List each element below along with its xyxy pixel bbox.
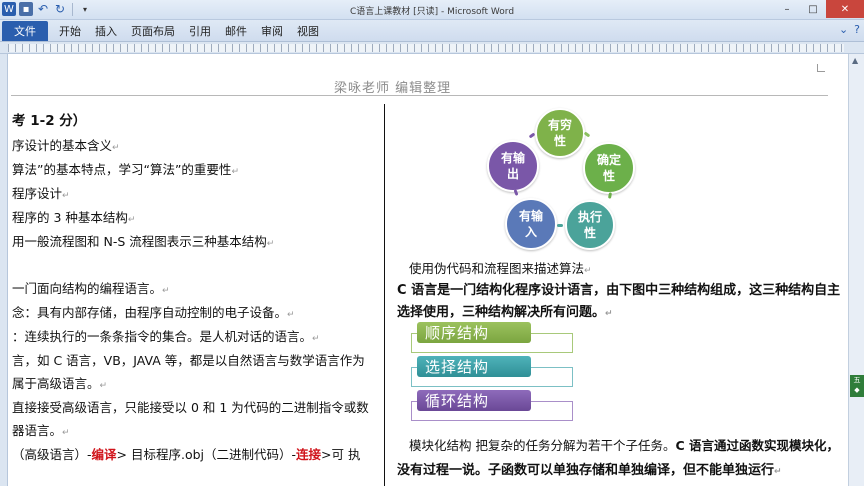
keyword-compile: 编译 bbox=[91, 447, 117, 462]
close-button[interactable]: ✕ bbox=[826, 0, 864, 18]
text-line: ：连续执行的一条条指令的集合。是人机对话的语言。↵ bbox=[12, 329, 320, 344]
text-line: 器语言。↵ bbox=[12, 423, 70, 438]
maximize-button[interactable]: □ bbox=[800, 0, 826, 18]
text-line: 程序的 3 种基本结构↵ bbox=[12, 210, 136, 225]
ribbon-tabs: 开始 插入 页面布局 引用 邮件 审阅 视图 bbox=[52, 20, 326, 42]
tab-references[interactable]: 引用 bbox=[182, 23, 218, 39]
structure-label-loop: 循环结构 bbox=[417, 390, 531, 411]
text-line: 念：具有内部存储，由程序自动控制的电子设备。↵ bbox=[12, 305, 295, 320]
structure-label-selection: 选择结构 bbox=[417, 356, 531, 377]
text-line: 程序设计↵ bbox=[12, 186, 70, 201]
text-line: 言，如 C 语言，VB，JAVA 等，都是以自然语言与数学语言作为 bbox=[12, 353, 365, 368]
horizontal-ruler[interactable] bbox=[8, 44, 844, 52]
page-header: 梁咏老师 编辑整理 bbox=[334, 81, 452, 96]
circle-effectiveness: 执行 性 bbox=[565, 200, 615, 250]
diagram-connector bbox=[528, 132, 536, 139]
text-line: （高级语言）-编译> 目标程序.obj（二进制代码）-连接>可 执 bbox=[12, 447, 361, 462]
text-line: 使用伪代码和流程图来描述算法↵ bbox=[409, 261, 592, 276]
tab-page-layout[interactable]: 页面布局 bbox=[124, 23, 182, 39]
structure-label-sequence: 顺序结构 bbox=[417, 322, 531, 343]
keyword-link: 连接 bbox=[296, 447, 322, 462]
diagram-connector bbox=[608, 192, 612, 199]
tab-file[interactable]: 文件 bbox=[2, 21, 48, 41]
document-page[interactable]: 梁咏老师 编辑整理 考 1-2 分） 序设计的基本含义↵ 算法”的基本特点，学习… bbox=[9, 54, 848, 486]
text-line: 属于高级语言。↵ bbox=[12, 376, 108, 391]
side-widget[interactable]: 五 ◆ bbox=[850, 375, 864, 397]
window-title: C语言上课教材 [只读] - Microsoft Word bbox=[349, 7, 515, 17]
scroll-up-icon[interactable]: ▲ bbox=[852, 56, 858, 65]
tab-view[interactable]: 视图 bbox=[290, 23, 326, 39]
circle-finiteness: 有穷 性 bbox=[535, 108, 585, 158]
tab-review[interactable]: 审阅 bbox=[254, 23, 290, 39]
page-corner-mark bbox=[817, 64, 825, 72]
ribbon-tab-row: 文件 开始 插入 页面布局 引用 邮件 审阅 视图 ⌄ ? bbox=[0, 20, 864, 42]
tab-mailings[interactable]: 邮件 bbox=[218, 23, 254, 39]
ribbon-right-controls: ⌄ ? bbox=[839, 23, 860, 36]
circle-input: 有输 入 bbox=[505, 198, 557, 250]
text-line: 直接接受高级语言，只能接受以 0 和 1 为代码的二进制指令或数 bbox=[12, 400, 369, 415]
header-rule bbox=[11, 95, 828, 96]
circle-output: 有输 出 bbox=[487, 140, 539, 192]
text-line: 没有过程一说。子函数可以单独存储和单独编译，但不能单独运行↵ bbox=[397, 463, 782, 478]
ribbon-collapse-icon[interactable]: ⌄ bbox=[839, 23, 848, 36]
minimize-button[interactable]: – bbox=[774, 0, 800, 18]
help-icon[interactable]: ? bbox=[854, 23, 860, 36]
diagram-connector bbox=[557, 224, 563, 227]
horizontal-ruler-bar bbox=[0, 42, 864, 54]
window-controls: – □ ✕ bbox=[774, 0, 864, 18]
text-line: 一门面向结构的编程语言。↵ bbox=[12, 281, 170, 296]
text-line: 序设计的基本含义↵ bbox=[12, 138, 120, 153]
column-divider bbox=[384, 104, 385, 486]
text-line: 算法”的基本特点，学习“算法”的重要性↵ bbox=[12, 162, 239, 177]
tab-insert[interactable]: 插入 bbox=[88, 23, 124, 39]
title-bar: W ▪ ↶ ↻ ▾ C语言上课教材 [只读] - Microsoft Word … bbox=[0, 0, 864, 20]
text-line: C 语言是一门结构化程序设计语言，由下图中三种结构组成，这三种结构自主 bbox=[397, 283, 841, 298]
circle-definiteness: 确定 性 bbox=[583, 142, 635, 194]
section-heading: 考 1-2 分） bbox=[12, 113, 87, 129]
tab-home[interactable]: 开始 bbox=[52, 23, 88, 39]
text-line: 模块化结构 把复杂的任务分解为若干个子任务。C 语言通过函数实现模块化， bbox=[409, 438, 840, 453]
text-line: 选择使用，三种结构解决所有问题。↵ bbox=[397, 305, 613, 320]
vertical-ruler[interactable] bbox=[0, 54, 8, 486]
vertical-scrollbar[interactable]: ▲ bbox=[848, 54, 864, 486]
text-line: 用一般流程图和 N-S 流程图表示三种基本结构↵ bbox=[12, 234, 275, 249]
